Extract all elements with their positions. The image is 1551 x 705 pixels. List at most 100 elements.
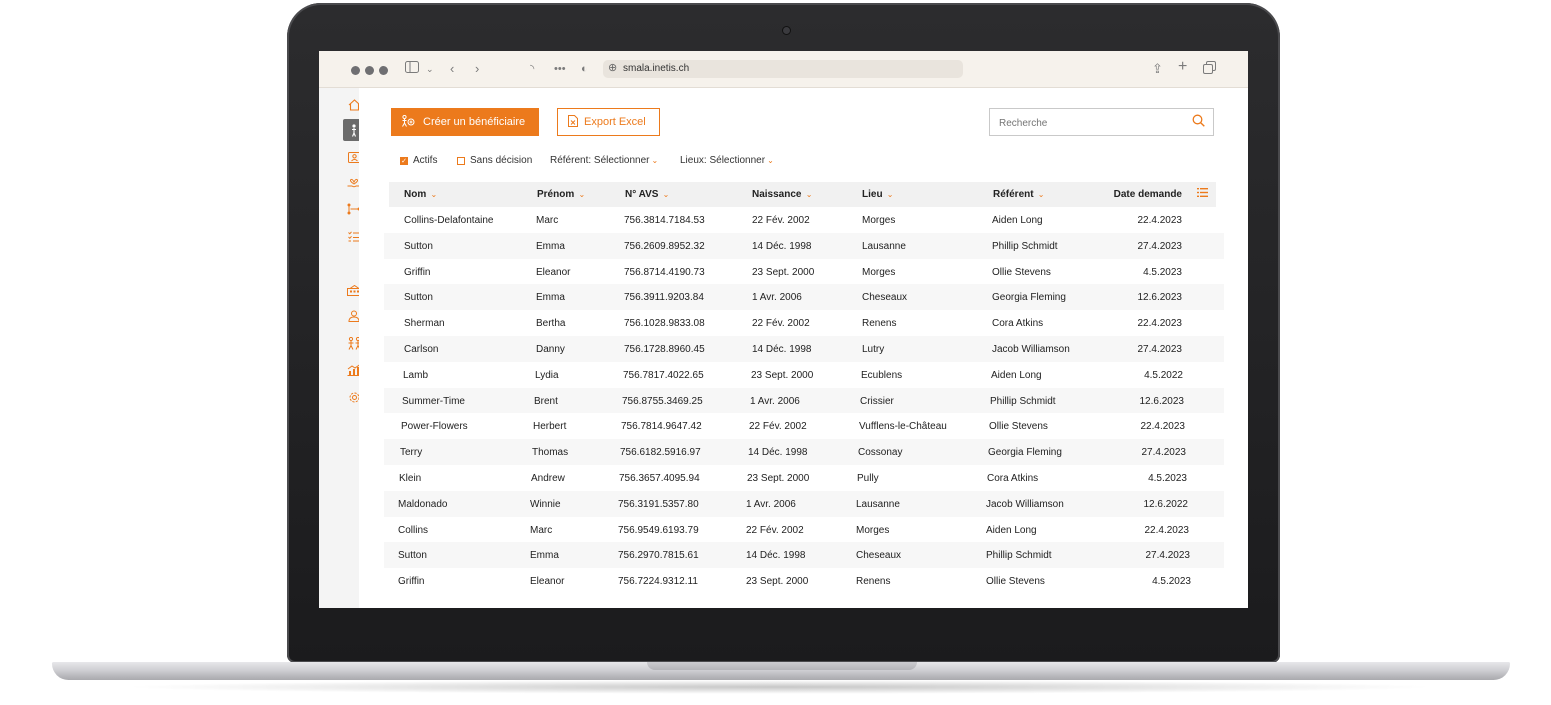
table-cell: Renens <box>862 318 897 330</box>
table-cell: Cora Atkins <box>992 318 1044 330</box>
screen: ⌄ ‹ › ◝ ••• ◐ ⊕ smala.inetis.ch ⇪ + Crée… <box>319 51 1248 608</box>
table-cell: 756.2609.8952.32 <box>624 240 705 252</box>
lieux-filter-label: Lieux: Sélectionner <box>680 155 766 166</box>
table-cell: 23 Sept. 2000 <box>751 369 814 381</box>
table-cell: Lamb <box>403 369 429 381</box>
actifs-label: Actifs <box>413 155 438 166</box>
table-cell: Morges <box>862 266 896 278</box>
referent-filter-label: Référent: Sélectionner <box>550 155 650 166</box>
share-icon[interactable]: ⇪ <box>1152 61 1163 77</box>
table-row[interactable]: Griffin Eleanor 756.7224.9312.11 23 Sept. 2… <box>384 568 1224 594</box>
table-row[interactable]: Lamb Lydia 756.7817.4022.65 23 Sept. 2000 Ec… <box>384 362 1224 388</box>
sans-decision-checkbox[interactable] <box>457 157 465 165</box>
table-cell: 756.3814.7184.53 <box>624 215 705 226</box>
chevron-down-icon: ⌄ <box>651 156 659 165</box>
tabs-overview-icon[interactable] <box>1203 61 1216 78</box>
more-icon[interactable]: ••• <box>554 61 566 77</box>
table-cell: Sutton <box>404 292 433 304</box>
table-cell: Ollie Stevens <box>989 421 1048 433</box>
shield-icon[interactable]: ◐ <box>581 61 588 77</box>
table-cell: 14 Déc. 1998 <box>752 240 812 252</box>
table-cell: 756.7814.9647.42 <box>621 421 702 433</box>
table-cell: Georgia Fleming <box>992 292 1066 304</box>
table-cell: Danny <box>536 343 565 355</box>
table-cell: Sutton <box>404 240 433 252</box>
column-header[interactable]: Nom ⌄ <box>404 189 437 200</box>
window-zoom-button[interactable] <box>379 66 388 75</box>
table-cell: 756.7224.9312.11 <box>618 576 698 588</box>
referent-filter-dropdown[interactable]: Référent: Sélectionner ⌄ <box>550 155 658 166</box>
rss-icon[interactable]: ◝ <box>530 61 534 77</box>
table-row[interactable]: Griffin Eleanor 756.8714.4190.73 23 Sept. 2… <box>384 259 1224 285</box>
table-cell: Klein <box>399 472 422 484</box>
sans-decision-label: Sans décision <box>470 155 533 166</box>
table-cell: 12.6.2023 <box>1137 292 1183 304</box>
table-cell: 756.8755.3469.25 <box>622 395 703 407</box>
table-row[interactable]: Collins Marc 756.9549.6193.79 22 Fév. 2002 M… <box>384 517 1224 543</box>
column-settings-icon[interactable] <box>1197 188 1208 200</box>
table-row[interactable]: Carlson Danny 756.1728.8960.45 14 Déc. 1998… <box>384 335 1224 362</box>
column-header[interactable]: N° AVS ⌄ <box>625 189 669 200</box>
table-row[interactable]: Collins-Delafontaine Marc 756.3814.7184.53… <box>384 207 1224 233</box>
table-cell: 27.4.2023 <box>1137 240 1183 252</box>
create-beneficiary-button[interactable]: Créer un bénéficiaire <box>391 108 539 136</box>
table-cell: 1 Avr. 2006 <box>746 498 796 510</box>
table-cell: Andrew <box>531 472 565 484</box>
window-close-button[interactable] <box>351 66 360 75</box>
table-cell: Summer-Time <box>402 395 465 407</box>
table-row[interactable]: Sutton Emma 756.2609.8952.32 14 Déc. 1998 La… <box>384 232 1224 259</box>
table-row[interactable]: Power-Flowers Herbert 756.7814.9647.42 22 F… <box>384 413 1224 439</box>
table-row[interactable]: Sutton Emma 756.3911.9203.84 1 Avr. 2006 Che… <box>384 284 1224 311</box>
table-cell: Lausanne <box>856 498 900 510</box>
export-excel-button[interactable]: Export Excel <box>557 108 660 136</box>
export-excel-label: Export Excel <box>584 116 646 128</box>
table-cell: 756.3191.5357.80 <box>618 498 699 510</box>
table-row[interactable]: Maldonado Winnie 756.3191.5357.80 1 Avr. 20… <box>384 490 1224 517</box>
table-cell: Sutton <box>398 550 427 562</box>
column-header[interactable]: Naissance ⌄ <box>752 189 812 200</box>
column-header-label: Date demande <box>1113 189 1182 200</box>
column-header[interactable]: Prénom ⌄ <box>537 189 585 200</box>
search-icon[interactable] <box>1192 114 1205 130</box>
column-header[interactable]: Date demande <box>1114 189 1182 200</box>
table-cell: Sherman <box>404 318 445 330</box>
actifs-checkbox[interactable]: ✓ <box>400 157 408 165</box>
table-row[interactable]: Klein Andrew 756.3657.4095.94 23 Sept. 2000… <box>384 465 1224 491</box>
table-cell: Cossonay <box>858 447 903 459</box>
globe-icon: ⊕ <box>608 62 618 74</box>
column-header[interactable]: Référent ⌄ <box>993 189 1045 200</box>
table-cell: Lausanne <box>862 240 906 252</box>
column-header[interactable]: Lieu ⌄ <box>862 189 894 200</box>
url-bar[interactable]: ⊕ smala.inetis.ch <box>603 60 963 78</box>
back-icon[interactable]: ‹ <box>450 61 454 77</box>
column-header-label: N° AVS <box>625 189 659 200</box>
table-row[interactable]: Terry Thomas 756.6182.5916.97 14 Déc. 1998 C… <box>384 439 1224 465</box>
table-cell: 14 Déc. 1998 <box>746 550 806 562</box>
chevron-down-icon[interactable]: ⌄ <box>426 61 434 77</box>
table-row[interactable]: Sutton Emma 756.2970.7815.61 14 Déc. 1998 Ch… <box>384 542 1224 569</box>
column-header-label: Nom <box>404 189 427 200</box>
table-cell: 22.4.2023 <box>1140 421 1186 433</box>
table-cell: Thomas <box>532 447 569 459</box>
chevron-down-icon: ⌄ <box>767 156 774 165</box>
table-cell: Griffin <box>404 266 431 278</box>
window-minimize-button[interactable] <box>365 66 374 75</box>
forward-icon[interactable]: › <box>475 61 479 77</box>
sidebar-toggle-icon[interactable] <box>405 61 419 77</box>
table-cell: Power-Flowers <box>401 421 468 433</box>
table-cell: Pully <box>857 472 879 484</box>
table-cell: 4.5.2023 <box>1152 576 1191 588</box>
table-row[interactable]: Sherman Bertha 756.1028.9833.08 22 Fév. 200… <box>384 310 1224 336</box>
sort-chevron-icon: ⌄ <box>576 190 586 199</box>
search-input[interactable] <box>990 109 1191 137</box>
table-cell: 1 Avr. 2006 <box>752 292 802 304</box>
table-cell: Jacob Williamson <box>986 498 1064 510</box>
table-cell: Marc <box>530 524 553 536</box>
table-cell: Cora Atkins <box>987 472 1039 484</box>
laptop-notch <box>647 662 917 670</box>
table-cell: 22 Fév. 2002 <box>752 318 810 330</box>
new-tab-icon[interactable]: + <box>1178 59 1187 75</box>
table-row[interactable]: Summer-Time Brent 756.8755.3469.25 1 Avr. 2… <box>384 387 1224 414</box>
lieux-filter-dropdown[interactable]: Lieux: Sélectionner ⌄ <box>680 155 774 166</box>
table-cell: Lutry <box>862 343 885 355</box>
